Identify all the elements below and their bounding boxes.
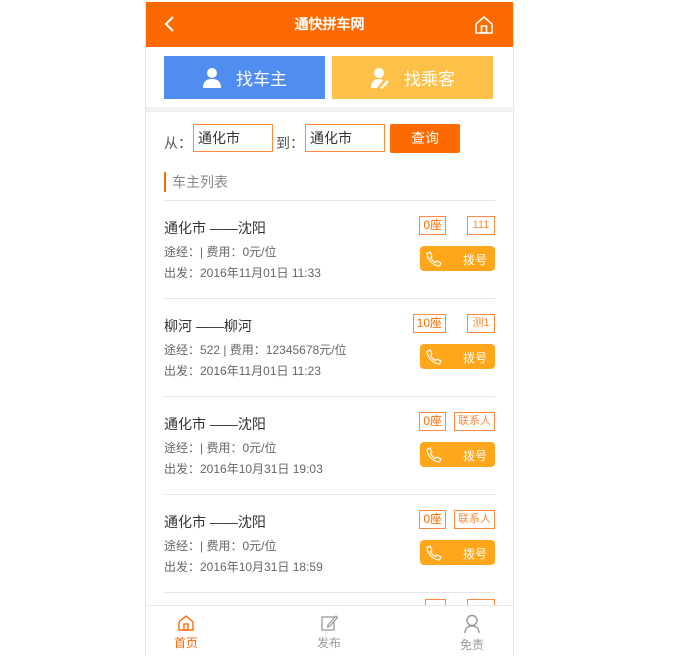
depart-time: 出发：2016年10月31日 18:59 bbox=[164, 560, 323, 574]
search-button[interactable]: 查询 bbox=[390, 124, 460, 153]
route-text: 柳河 ——柳河 bbox=[164, 318, 252, 334]
find-driver-label: 找车主 bbox=[236, 70, 287, 89]
contact-badge: 联系人 bbox=[454, 510, 495, 529]
via-fee-text: 途经：522 | 费用：12345678元/位 bbox=[164, 343, 347, 357]
route-text: 通化市 ——沈阳 bbox=[164, 220, 266, 236]
divider bbox=[146, 107, 513, 112]
seats-badge: 0座 bbox=[419, 216, 446, 235]
user-edit-icon bbox=[371, 67, 389, 89]
nav-disclaimer[interactable]: 免责 bbox=[432, 606, 512, 655]
nav-home[interactable]: 首页 bbox=[146, 606, 226, 655]
page-title: 通快拼车网 bbox=[294, 16, 365, 32]
contact-badge: 111 bbox=[467, 216, 495, 235]
phone-icon bbox=[426, 447, 442, 463]
nav-publish-label: 发布 bbox=[316, 636, 341, 650]
nav-disclaimer-label: 免责 bbox=[459, 638, 484, 652]
list-item[interactable]: 通化市 ——沈阳 途经：| 费用：0元/位 出发：2016年10月31日 19:… bbox=[164, 396, 495, 494]
to-label: 到： bbox=[276, 135, 304, 151]
route-text: 通化市 ——沈阳 bbox=[164, 416, 266, 432]
find-passenger-label: 找乘客 bbox=[404, 70, 455, 89]
via-fee-text: 途经：| 费用：0元/位 bbox=[164, 245, 277, 259]
mode-tabs: 找车主 找乘客 bbox=[146, 47, 513, 107]
dial-button[interactable]: 拨号 bbox=[420, 540, 495, 565]
driver-list: 通化市 ——沈阳 途经：| 费用：0元/位 出发：2016年11月01日 11:… bbox=[146, 200, 513, 605]
depart-time: 出发：2016年11月01日 11:23 bbox=[164, 364, 321, 378]
dial-label: 拨号 bbox=[462, 547, 487, 561]
list-item[interactable]: 通化市 ——沈阳 途经：| 费用：0元/位 出发：2016年10月31日 18:… bbox=[164, 494, 495, 592]
depart-time: 出发：2016年11月01日 11:33 bbox=[164, 266, 321, 280]
list-item[interactable]: 柳河 ——柳河 途经：522 | 费用：12345678元/位 出发：2016年… bbox=[164, 298, 495, 396]
section-title: 车主列表 bbox=[164, 172, 228, 192]
seats-badge: 0座 bbox=[419, 412, 446, 431]
seats-badge: 10座 bbox=[412, 314, 446, 333]
phone-icon bbox=[426, 349, 442, 365]
edit-icon bbox=[321, 615, 338, 631]
dial-button[interactable]: 拨号 bbox=[420, 442, 495, 467]
list-item[interactable]: 通化市 ——沈阳 途经：| 费用：0元/位 出发：2016年11月01日 11:… bbox=[164, 200, 495, 298]
phone-icon bbox=[426, 545, 442, 561]
list-item-partial[interactable] bbox=[164, 592, 495, 605]
find-passenger-button[interactable]: 找乘客 bbox=[332, 56, 493, 99]
contact-badge: 联系人 bbox=[454, 412, 495, 431]
via-fee-text: 途经：| 费用：0元/位 bbox=[164, 441, 277, 455]
from-label: 从： bbox=[164, 135, 192, 151]
from-city-input[interactable] bbox=[193, 124, 273, 152]
find-driver-button[interactable]: 找车主 bbox=[164, 56, 325, 99]
top-bar: 通快拼车网 bbox=[146, 2, 513, 47]
nav-publish[interactable]: 发布 bbox=[289, 606, 369, 655]
phone-icon bbox=[426, 251, 442, 267]
contact-badge: 测1 bbox=[467, 314, 495, 333]
seats-badge: 0座 bbox=[419, 510, 446, 529]
dial-button[interactable]: 拨号 bbox=[420, 246, 495, 271]
user-icon bbox=[464, 614, 480, 634]
dial-label: 拨号 bbox=[462, 449, 487, 463]
nav-home-label: 首页 bbox=[173, 636, 198, 650]
route-text: 通化市 ——沈阳 bbox=[164, 514, 266, 530]
search-bar: 从： 到： 查询 bbox=[164, 124, 504, 156]
to-city-input[interactable] bbox=[305, 124, 385, 152]
dial-label: 拨号 bbox=[462, 253, 487, 267]
bottom-nav: 首页 发布 免责 bbox=[146, 605, 513, 655]
dial-label: 拨号 bbox=[462, 351, 487, 365]
mobile-page: 通快拼车网 找车主 找乘客 从： 到： 查询 车主 bbox=[145, 2, 514, 655]
depart-time: 出发：2016年10月31日 19:03 bbox=[164, 462, 323, 476]
home-icon bbox=[178, 615, 194, 631]
dial-button[interactable]: 拨号 bbox=[420, 344, 495, 369]
via-fee-text: 途经：| 费用：0元/位 bbox=[164, 539, 277, 553]
user-icon bbox=[203, 67, 221, 88]
home-icon[interactable] bbox=[473, 14, 495, 36]
